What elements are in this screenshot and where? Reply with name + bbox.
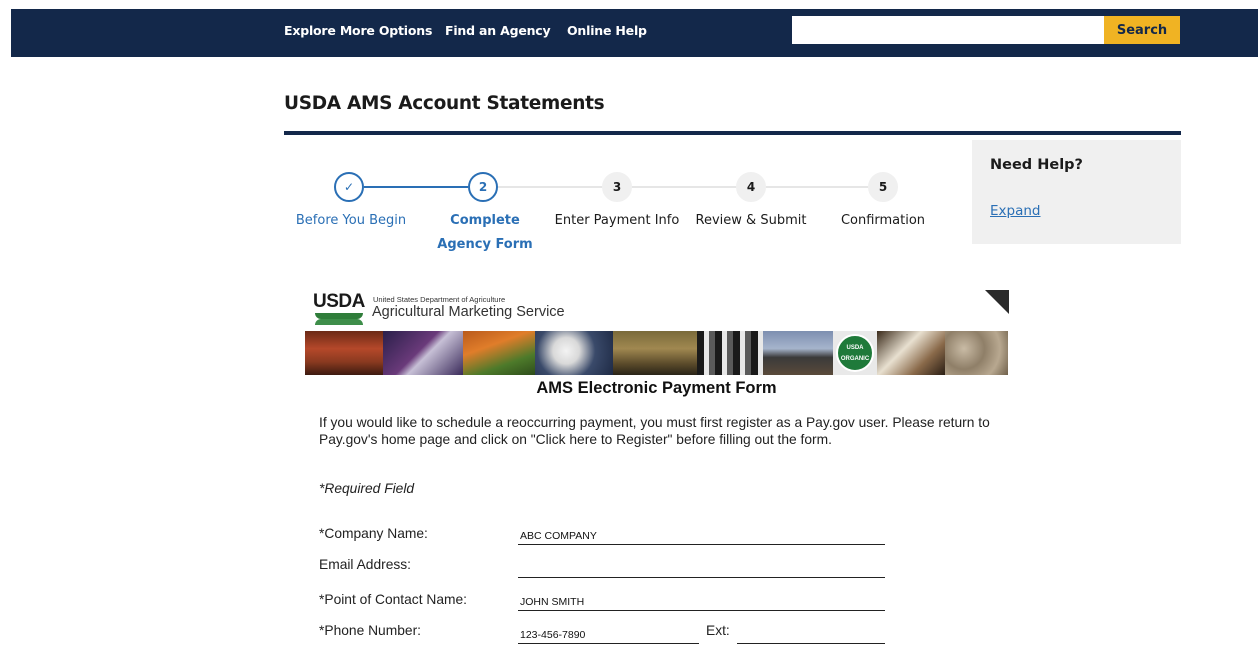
page-title: USDA AMS Account Statements xyxy=(284,93,605,114)
step-4-marker: 4 xyxy=(736,172,766,202)
step-5-marker: 5 xyxy=(868,172,898,202)
nav-link-explore-more-options[interactable]: Explore More Options xyxy=(284,23,432,38)
step-connector xyxy=(498,186,602,188)
photo-train xyxy=(763,331,833,375)
company-name-field[interactable] xyxy=(518,527,885,545)
usda-logo-text: USDA xyxy=(313,291,365,312)
form-title: AMS Electronic Payment Form xyxy=(536,379,777,397)
help-title: Need Help? xyxy=(990,157,1083,173)
contact-name-field[interactable] xyxy=(518,593,885,611)
contact-name-label: *Point of Contact Name: xyxy=(319,592,468,607)
title-divider xyxy=(284,131,1181,135)
ams-form-header: USDA United States Department of Agricul… xyxy=(313,292,1009,328)
extension-field[interactable] xyxy=(737,626,885,644)
step-connector xyxy=(632,186,736,188)
registration-instructions: If you would like to schedule a reoccurr… xyxy=(319,415,990,447)
step-connector xyxy=(364,186,468,188)
phone-number-label: *Phone Number: xyxy=(319,623,422,638)
nav-link-online-help[interactable]: Online Help xyxy=(567,23,647,38)
company-name-label: *Company Name: xyxy=(319,526,428,541)
department-name: United States Department of Agriculture xyxy=(373,295,506,304)
step-2-marker: 2 xyxy=(468,172,498,202)
step-3-label: Enter Payment Info xyxy=(554,213,680,228)
photo-cattle xyxy=(697,331,763,375)
step-1-checkmark-icon: ✓ xyxy=(334,172,364,202)
photo-bird xyxy=(383,331,463,375)
agency-name: Agricultural Marketing Service xyxy=(372,304,565,320)
step-connector xyxy=(766,186,868,188)
usda-logo: USDA xyxy=(313,292,365,326)
expand-help-link[interactable]: Expand xyxy=(990,203,1041,219)
nav-link-find-an-agency[interactable]: Find an Agency xyxy=(445,23,551,38)
required-field-note: *Required Field xyxy=(319,481,415,496)
top-nav-bar: Explore More Options Find an Agency Onli… xyxy=(11,9,1258,57)
search-input[interactable] xyxy=(792,16,1104,44)
email-address-label: Email Address: xyxy=(319,557,412,572)
photo-chef xyxy=(877,331,945,375)
usda-organic-seal-icon: USDA ORGANIC xyxy=(833,331,877,375)
photo-vegetables xyxy=(463,331,535,375)
email-address-field[interactable] xyxy=(518,560,885,578)
step-4-label: Review & Submit xyxy=(695,213,807,228)
extension-label: Ext: xyxy=(706,623,730,638)
step-5-label: Confirmation xyxy=(840,213,926,228)
page-corner-marker xyxy=(985,290,1009,314)
photo-seeds xyxy=(945,331,1008,375)
help-panel: Need Help? Expand xyxy=(972,140,1181,244)
step-3-marker: 3 xyxy=(602,172,632,202)
search-button[interactable]: Search xyxy=(1104,16,1180,44)
step-2-label: Complete Agency Form xyxy=(437,213,533,252)
agriculture-photo-banner: USDA ORGANIC xyxy=(305,331,1008,375)
organic-seal-text: USDA ORGANIC xyxy=(840,345,870,362)
photo-produce xyxy=(305,331,383,375)
phone-number-field[interactable] xyxy=(518,626,699,644)
photo-grain xyxy=(613,331,697,375)
photo-cotton xyxy=(535,331,613,375)
step-1-label[interactable]: Before You Begin xyxy=(286,209,416,233)
